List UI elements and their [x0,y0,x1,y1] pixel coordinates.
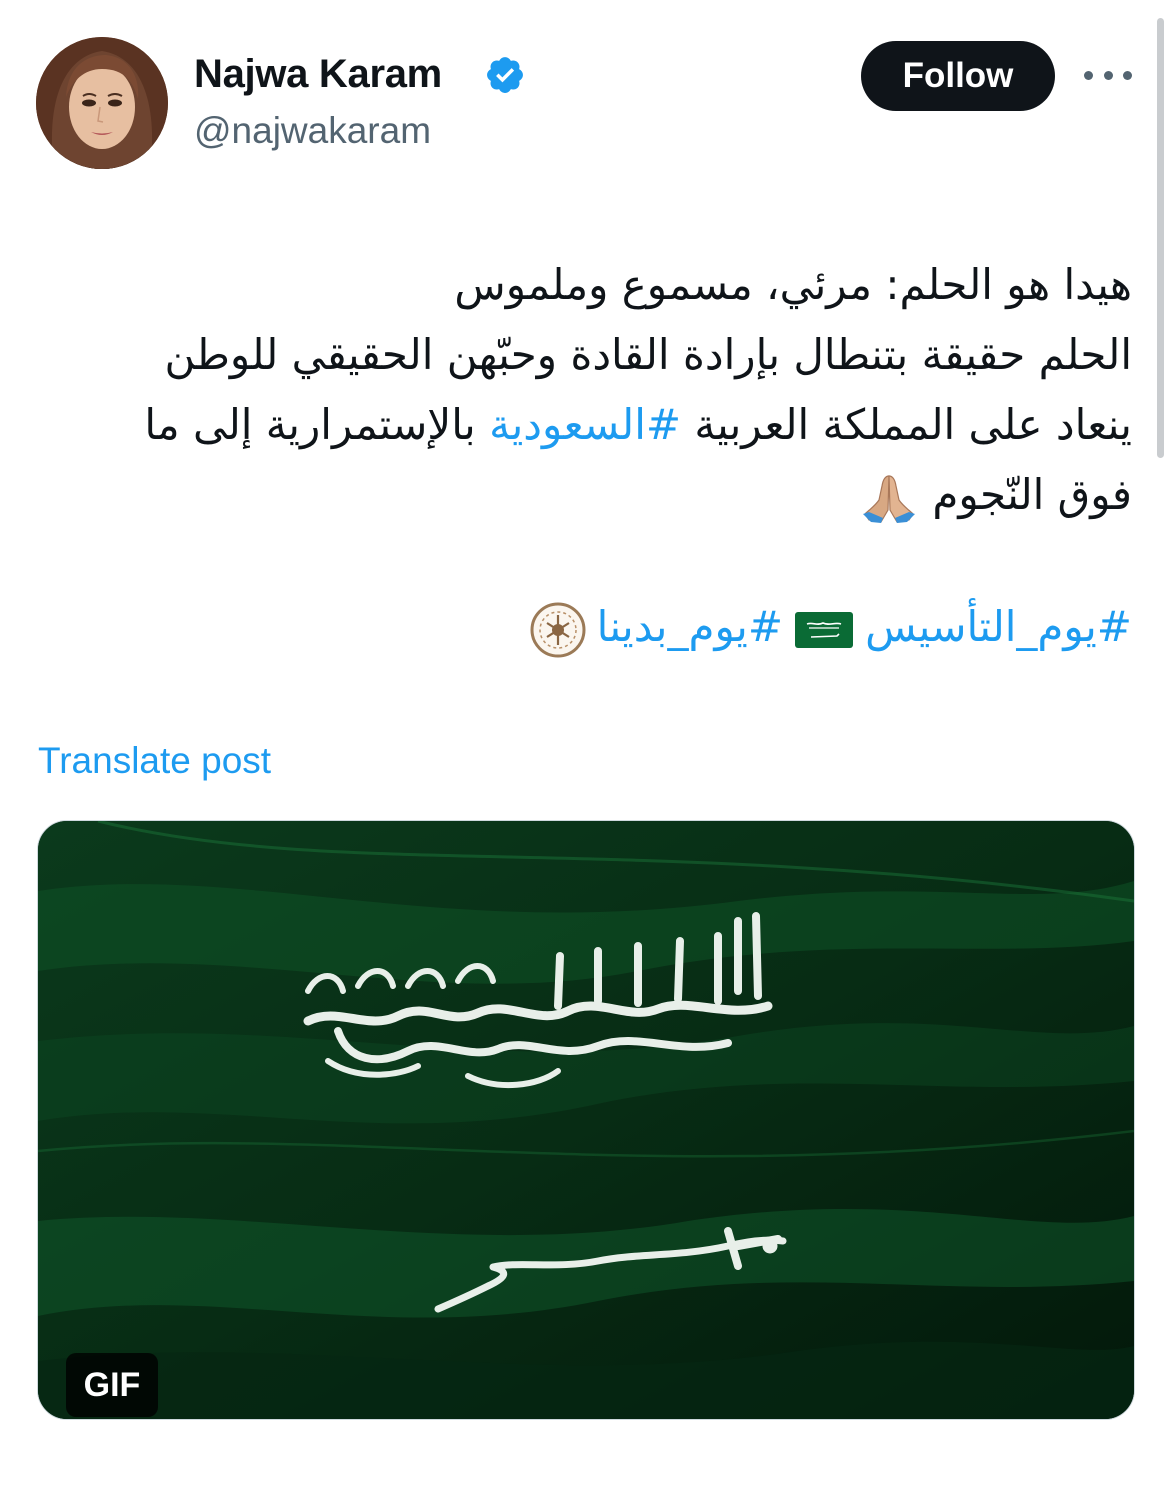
media-gif[interactable] [37,820,1135,1420]
hashtag-founding-day[interactable]: #يوم_التأسيس [865,602,1132,651]
gif-badge: GIF [66,1353,158,1417]
hashtags-line: #يوم_التأسيس #يوم_بدينا [529,592,1132,662]
post-line: ينعاد على المملكة العربية #السعودية بالإ… [32,390,1132,460]
post-line-part: ينعاد على المملكة العربية [694,400,1132,449]
verified-badge-icon[interactable] [484,54,526,96]
hashtag-saudi[interactable]: #السعودية [489,400,681,449]
post-line: الحلم حقيقة بتنطال بإرادة القادة وحبّهن … [164,330,1133,379]
post-line-part: فوق النّجوم [932,470,1132,519]
post-text: هيدا هو الحلم: مرئي، مسموع وملموس الحلم … [32,250,1132,530]
avatar[interactable] [36,37,168,169]
follow-button[interactable]: Follow [861,41,1055,111]
saudi-flag-icon [795,611,854,648]
more-options-icon[interactable] [1084,62,1132,88]
translate-post-link[interactable]: Translate post [38,740,271,782]
folded-hands-icon [862,474,915,523]
avatar-image [36,37,168,169]
hashtag-badina[interactable]: #يوم_بدينا [597,602,783,651]
display-name[interactable]: Najwa Karam [194,52,442,97]
founding-day-emblem-icon [530,602,586,657]
handle[interactable]: @najwakaram [194,110,431,152]
post-line: هيدا هو الحلم: مرئي، مسموع وملموس [454,260,1132,309]
scrollbar[interactable] [1157,18,1164,458]
post-line-part: بالإستمرارية إلى ما [144,400,476,449]
post-line: فوق النّجوم [32,460,1132,530]
saudi-flag-image [38,821,1134,1419]
